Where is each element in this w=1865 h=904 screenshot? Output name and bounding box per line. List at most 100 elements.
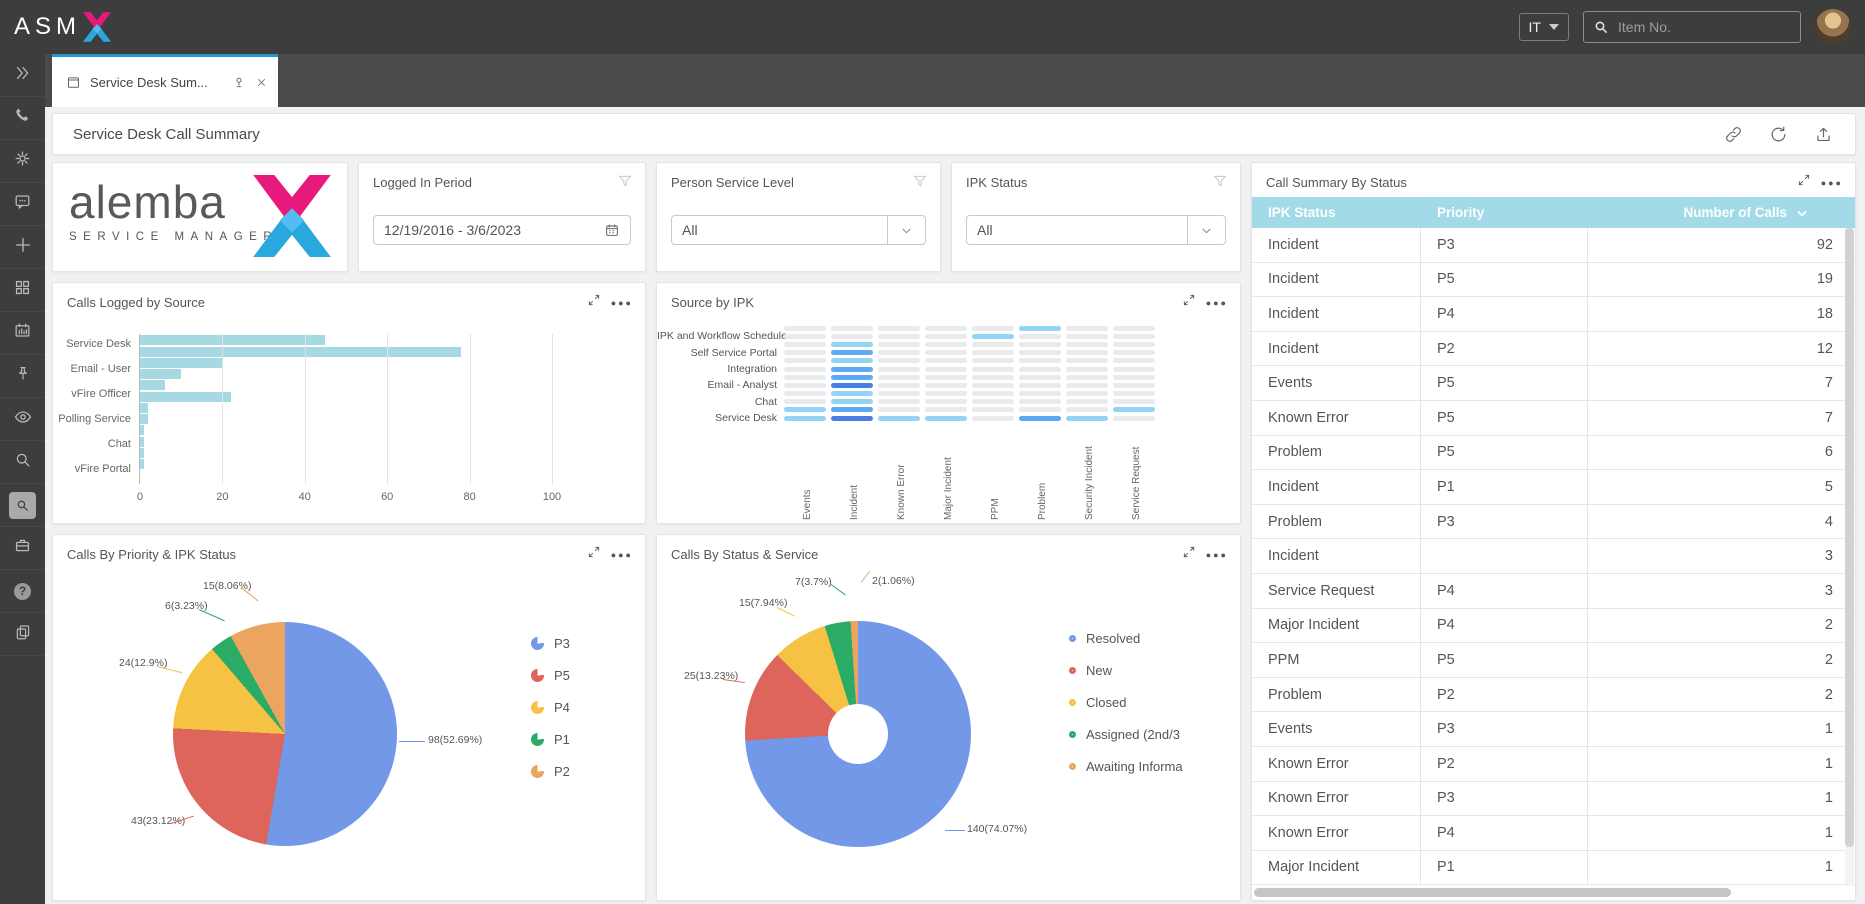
item-search-input[interactable] bbox=[1616, 18, 1776, 36]
chevron-down-icon[interactable] bbox=[1187, 216, 1225, 244]
heatmap-cell bbox=[972, 358, 1014, 363]
cell-ipk-status: Incident bbox=[1252, 228, 1421, 262]
column-header-priority[interactable]: Priority bbox=[1421, 205, 1588, 220]
chevron-down-icon[interactable] bbox=[887, 216, 925, 244]
sidebar-item-apps[interactable] bbox=[0, 269, 45, 312]
bar-category-label: Email - User bbox=[53, 357, 139, 382]
horizontal-scrollbar-thumb[interactable] bbox=[1254, 888, 1731, 897]
legend-item[interactable]: P2 bbox=[531, 764, 570, 779]
pin-icon bbox=[14, 365, 32, 388]
heatmap-cell bbox=[831, 416, 873, 421]
panel-call-summary-by-status: Call Summary By Status ●●● IPK Status Pr… bbox=[1251, 162, 1856, 901]
legend-label: Resolved bbox=[1086, 631, 1140, 646]
cell-priority: P3 bbox=[1421, 228, 1588, 262]
panel-menu-icon[interactable]: ●●● bbox=[611, 298, 633, 308]
cell-number-of-calls: 18 bbox=[1588, 297, 1855, 331]
heatmap-cell bbox=[925, 399, 967, 404]
legend-item[interactable]: P3 bbox=[531, 636, 570, 651]
heatmap-row: Integration bbox=[657, 365, 1240, 373]
heatmap-cell bbox=[878, 391, 920, 396]
cell-priority: P2 bbox=[1421, 747, 1588, 781]
cell-ipk-status: Major Incident bbox=[1252, 609, 1421, 643]
heatmap-cell bbox=[925, 350, 967, 355]
cell-ipk-status: Incident bbox=[1252, 539, 1421, 573]
cell-number-of-calls: 2 bbox=[1588, 678, 1855, 712]
refresh-icon[interactable] bbox=[1769, 125, 1788, 144]
legend-item[interactable]: Awaiting Informa bbox=[1069, 759, 1183, 774]
sidebar-item-advanced-search[interactable] bbox=[0, 484, 45, 527]
sidebar-item-chat[interactable] bbox=[0, 183, 45, 226]
expand-panel-icon[interactable] bbox=[587, 545, 601, 564]
calendar-icon[interactable] bbox=[604, 222, 620, 238]
heatmap-cell bbox=[1019, 391, 1061, 396]
panel-menu-icon[interactable]: ●●● bbox=[1206, 550, 1228, 560]
legend-item[interactable]: Resolved bbox=[1069, 631, 1183, 646]
bar-chart-plot: 020406080100 bbox=[139, 334, 551, 484]
legend-item[interactable]: P5 bbox=[531, 668, 570, 683]
sidebar-item-phone[interactable] bbox=[0, 97, 45, 140]
expand-panel-icon[interactable] bbox=[1182, 293, 1196, 312]
filter-funnel-icon[interactable] bbox=[1212, 173, 1228, 194]
filter-funnel-icon[interactable] bbox=[912, 173, 928, 194]
bar-category-label: Service Desk bbox=[53, 332, 139, 357]
legend-item[interactable]: P1 bbox=[531, 732, 570, 747]
column-header-number-of-calls[interactable]: Number of Calls bbox=[1588, 205, 1855, 220]
table-row: Incident3 bbox=[1252, 539, 1855, 574]
expand-panel-icon[interactable] bbox=[1182, 545, 1196, 564]
vertical-scrollbar-thumb[interactable] bbox=[1845, 228, 1854, 847]
heatmap-cell bbox=[1019, 407, 1061, 412]
column-header-ipk-status[interactable]: IPK Status bbox=[1252, 205, 1421, 220]
heatmap-cell bbox=[925, 407, 967, 412]
expand-panel-icon[interactable] bbox=[587, 293, 601, 312]
panel-menu-icon[interactable]: ●●● bbox=[611, 550, 633, 560]
sidebar-item-pin[interactable] bbox=[0, 355, 45, 398]
cell-priority: P5 bbox=[1421, 643, 1588, 677]
link-icon[interactable] bbox=[1724, 125, 1743, 144]
sidebar-item-add[interactable] bbox=[0, 226, 45, 269]
person-service-level-select[interactable]: All bbox=[671, 215, 926, 245]
tab-service-desk-summary[interactable]: Service Desk Sum... bbox=[52, 54, 278, 107]
cell-priority: P5 bbox=[1421, 366, 1588, 400]
cell-priority: P1 bbox=[1421, 470, 1588, 504]
sidebar-item-watch[interactable] bbox=[0, 398, 45, 441]
sidebar-item-reports[interactable] bbox=[0, 312, 45, 355]
date-range-input[interactable]: 12/19/2016 - 3/6/2023 bbox=[373, 215, 631, 245]
cell-ipk-status: Incident bbox=[1252, 332, 1421, 366]
expand-panel-icon[interactable] bbox=[1797, 173, 1811, 192]
panel-menu-icon[interactable]: ●●● bbox=[1821, 178, 1843, 188]
language-selector[interactable]: IT bbox=[1519, 13, 1569, 41]
sidebar-item-services[interactable] bbox=[0, 527, 45, 570]
heatmap-cell bbox=[784, 375, 826, 380]
sidebar-item-help[interactable]: ? bbox=[0, 570, 45, 613]
heatmap-cell bbox=[1113, 350, 1155, 355]
help-icon: ? bbox=[14, 583, 31, 600]
legend-marker-icon bbox=[531, 701, 544, 714]
heatmap-cell bbox=[784, 407, 826, 412]
legend-item[interactable]: Closed bbox=[1069, 695, 1183, 710]
bar-row bbox=[140, 425, 551, 435]
bar-row bbox=[140, 448, 551, 458]
item-search-box[interactable] bbox=[1583, 11, 1801, 43]
sidebar-item-search[interactable] bbox=[0, 441, 45, 484]
sidebar-item-settings[interactable] bbox=[0, 140, 45, 183]
user-avatar[interactable] bbox=[1815, 9, 1851, 45]
ipk-status-select[interactable]: All bbox=[966, 215, 1226, 245]
sidebar-item-copy[interactable] bbox=[0, 613, 45, 656]
export-icon[interactable] bbox=[1814, 125, 1833, 144]
filter-funnel-icon[interactable] bbox=[617, 173, 633, 194]
sidebar-item-expand[interactable] bbox=[0, 54, 45, 97]
legend-item[interactable]: New bbox=[1069, 663, 1183, 678]
cell-ipk-status: Known Error bbox=[1252, 747, 1421, 781]
legend-item[interactable]: P4 bbox=[531, 700, 570, 715]
table-row: IncidentP418 bbox=[1252, 297, 1855, 332]
heatmap-cell bbox=[925, 367, 967, 372]
horizontal-scrollbar[interactable] bbox=[1254, 887, 1843, 898]
vertical-scrollbar[interactable] bbox=[1845, 228, 1854, 886]
location-pin-icon[interactable] bbox=[232, 74, 246, 90]
donut-legend: Resolved New Closed Assigned (2nd/3 Awaiting… bbox=[1069, 631, 1183, 774]
panel-menu-icon[interactable]: ●●● bbox=[1206, 298, 1228, 308]
close-tab-icon[interactable] bbox=[255, 76, 268, 89]
legend-item[interactable]: Assigned (2nd/3 bbox=[1069, 727, 1183, 742]
legend-label: Assigned (2nd/3 bbox=[1086, 727, 1180, 742]
asm-x-logo-icon bbox=[83, 12, 111, 42]
